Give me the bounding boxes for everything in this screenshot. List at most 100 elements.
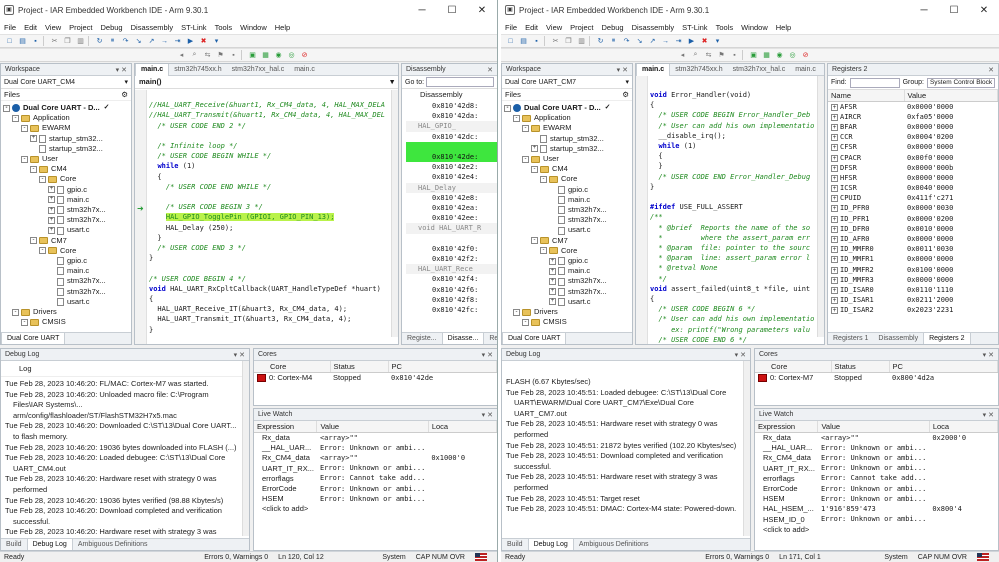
debug-without-download-icon[interactable]: ◎ xyxy=(787,50,798,61)
expand-toggle-icon[interactable]: + xyxy=(48,186,55,194)
expand-toggle-icon[interactable]: + xyxy=(48,206,55,214)
log-vertical-scrollbar[interactable] xyxy=(242,361,249,536)
table-row[interactable]: + ID_PFR0 0x0000'0030 xyxy=(828,203,998,213)
close-icon[interactable]: ✕ xyxy=(969,5,999,16)
menu-project[interactable]: Project xyxy=(570,23,593,32)
scope-selector[interactable]: main() ▾ xyxy=(135,76,398,89)
table-row[interactable]: + ICSR 0x0040'0000 xyxy=(828,183,998,193)
maximize-icon[interactable]: ☐ xyxy=(939,5,969,16)
table-row[interactable]: __HAL_UAR... Error: Unknown or ambi... xyxy=(254,443,497,453)
expand-toggle-icon[interactable]: - xyxy=(504,104,511,112)
expand-toggle-icon[interactable]: + xyxy=(831,276,838,284)
tree-item[interactable]: - Core xyxy=(504,246,632,256)
expand-toggle-icon[interactable]: - xyxy=(531,237,538,245)
run-to-cursor-icon[interactable]: ⇥ xyxy=(172,36,183,47)
tab-registe[interactable]: Registe... xyxy=(484,333,497,345)
stop-build-icon[interactable]: ⊘ xyxy=(800,50,811,61)
expand-toggle-icon[interactable]: + xyxy=(831,103,838,111)
table-row[interactable]: HSEM_ID_0 Error: Unknown or ambi... xyxy=(755,514,998,524)
tree-item[interactable]: - Core xyxy=(504,174,632,184)
tab-dual-core-uart[interactable]: Dual Core UART xyxy=(1,332,66,344)
expand-toggle-icon[interactable]: - xyxy=(522,155,529,163)
tree-item[interactable]: - Dual Core UART - D... ✓ xyxy=(504,103,632,113)
tree-item[interactable]: - CM7 xyxy=(3,236,131,246)
table-row[interactable]: errorflags Error: Cannot take add... xyxy=(755,473,998,483)
next-statement-icon[interactable]: → xyxy=(159,36,170,47)
new-file-icon[interactable]: □ xyxy=(505,36,516,47)
tree-item[interactable]: + main.c xyxy=(504,266,632,276)
table-row[interactable]: + CCR 0x0004'0200 xyxy=(828,132,998,142)
tree-item[interactable]: - EWARM xyxy=(504,123,632,133)
tree-item[interactable]: startup_stm32... xyxy=(504,134,632,144)
expand-toggle-icon[interactable]: + xyxy=(831,154,838,162)
expand-toggle-icon[interactable]: + xyxy=(831,185,838,193)
expand-toggle-icon[interactable]: + xyxy=(831,297,838,305)
tree-item[interactable]: startup_stm32... xyxy=(3,144,131,154)
navigate-back-icon[interactable]: ◂ xyxy=(176,50,187,61)
download-debug-icon[interactable]: ◉ xyxy=(273,50,284,61)
break-icon[interactable]: ⏸ xyxy=(608,36,619,47)
menu-tools[interactable]: Tools xyxy=(716,23,734,32)
goto-input[interactable] xyxy=(426,77,494,87)
paste-icon[interactable]: ▥ xyxy=(75,36,86,47)
table-row[interactable]: HAL_HSEM_... 1'916'859'473 0x800'4 xyxy=(755,504,998,514)
editor-vertical-scrollbar[interactable] xyxy=(391,90,398,337)
tab-main-c[interactable]: main.c xyxy=(636,64,671,76)
disasm-line[interactable] xyxy=(406,234,497,244)
table-row[interactable]: + ID_ISAR0 0x0110'1110 xyxy=(828,285,998,295)
table-row[interactable]: ErrorCode Error: Unknown or ambi... xyxy=(254,483,497,493)
open-folder-icon[interactable]: ▤ xyxy=(518,36,529,47)
compile-icon[interactable]: ▣ xyxy=(247,50,258,61)
table-row[interactable]: HSEM Error: Unknown or ambi... xyxy=(254,494,497,504)
tab-stm32h7xx-hal-c[interactable]: stm32h7xx_hal.c xyxy=(227,64,290,76)
stop-debug-icon[interactable]: ✖ xyxy=(699,36,710,47)
tree-item[interactable]: + stm32h7x... xyxy=(504,287,632,297)
table-row[interactable]: <click to add> xyxy=(254,504,497,514)
table-row[interactable]: + DFSR 0x0000'000b xyxy=(828,163,998,173)
menu-help[interactable]: Help xyxy=(275,23,290,32)
log-vertical-scrollbar[interactable] xyxy=(743,361,750,536)
tree-item[interactable]: - Dual Core UART - D... ✓ xyxy=(3,103,131,113)
expand-toggle-icon[interactable]: + xyxy=(831,225,838,233)
table-row[interactable]: + ID_PFR1 0x0000'0200 xyxy=(828,214,998,224)
close-pane-icon[interactable]: ✕ xyxy=(487,66,493,74)
table-row[interactable]: ErrorCode Error: Unknown or ambi... xyxy=(755,483,998,493)
go-icon[interactable]: ▶ xyxy=(686,36,697,47)
open-folder-icon[interactable]: ▤ xyxy=(17,36,28,47)
disasm-line[interactable]: 0x810'42f2: xyxy=(406,254,497,264)
expand-toggle-icon[interactable]: + xyxy=(831,123,838,131)
tree-item[interactable]: stm32h7x... xyxy=(504,215,632,225)
expand-toggle-icon[interactable]: + xyxy=(831,205,838,213)
minimize-icon[interactable]: ─ xyxy=(407,5,437,16)
close-icon[interactable]: ✕ xyxy=(467,5,497,16)
step-into-icon[interactable]: ↘ xyxy=(634,36,645,47)
maximize-icon[interactable]: ☐ xyxy=(437,5,467,16)
table-row[interactable]: + ID_MMFR1 0x0000'0000 xyxy=(828,254,998,264)
tree-item[interactable]: - Drivers xyxy=(3,307,131,317)
expand-toggle-icon[interactable]: + xyxy=(48,196,55,204)
editor-vertical-scrollbar[interactable] xyxy=(817,76,824,337)
menu-view[interactable]: View xyxy=(546,23,562,32)
tab-disassembly[interactable]: Disassembly xyxy=(873,333,923,345)
toggle-bookmark-icon[interactable]: ▪ xyxy=(729,50,740,61)
go-icon[interactable]: ▶ xyxy=(185,36,196,47)
menu-disassembly[interactable]: Disassembly xyxy=(131,23,174,32)
stop-build-icon[interactable]: ⊘ xyxy=(299,50,310,61)
menu-disassembly[interactable]: Disassembly xyxy=(632,23,675,32)
tree-item[interactable]: - CMSIS xyxy=(3,317,131,327)
copy-icon[interactable]: ❐ xyxy=(563,36,574,47)
disasm-line[interactable]: 0x810'42d8: xyxy=(406,101,497,111)
config-selector[interactable]: Dual Core UART_CM7 ▾ xyxy=(502,76,632,89)
code-view[interactable]: //HAL_UART_Receive(&huart1, Rx_CM4_data,… xyxy=(149,90,390,344)
minimize-icon[interactable]: ─ xyxy=(909,5,939,16)
tree-item[interactable]: - EWARM xyxy=(3,123,131,133)
expand-toggle-icon[interactable]: + xyxy=(549,278,556,286)
step-out-icon[interactable]: ↗ xyxy=(146,36,157,47)
expand-toggle-icon[interactable]: + xyxy=(831,195,838,203)
find-in-files-icon[interactable]: ⇆ xyxy=(202,50,213,61)
code-view[interactable]: void Error_Handler(void){ /* USER CODE B… xyxy=(650,90,816,344)
tree-item[interactable]: + usart.c xyxy=(504,297,632,307)
tab-build[interactable]: Build xyxy=(1,539,27,551)
disasm-line[interactable]: 0x810'42da: xyxy=(406,111,497,121)
tree-item[interactable]: + gpio.c xyxy=(504,256,632,266)
